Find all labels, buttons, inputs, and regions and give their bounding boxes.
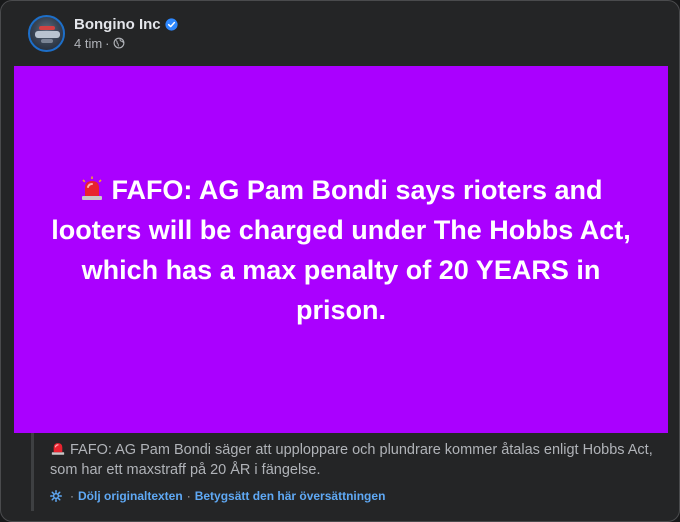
translate-gear-icon (50, 490, 62, 502)
translation-block: FAFO: AG Pam Bondi säger att upploppare … (31, 433, 661, 511)
author-avatar[interactable] (28, 14, 65, 52)
post-timestamp[interactable]: 4 tim (74, 36, 102, 51)
meta-separator: · (105, 35, 110, 51)
post-time-row: 4 tim · (74, 36, 178, 51)
post-card: Bongino Inc 4 tim · FAFO: AG Pam Bondi s… (0, 0, 680, 522)
image-headline-text: FAFO: AG Pam Bondi says rioters and loot… (51, 174, 631, 325)
author-row: Bongino Inc (74, 16, 178, 33)
link-separator: · (70, 489, 74, 503)
translated-text: FAFO: AG Pam Bondi säger att upploppare … (50, 440, 661, 480)
translation-actions: · Dölj originaltexten · Betygsätt den hä… (50, 489, 661, 503)
siren-icon (51, 443, 65, 455)
globe-icon[interactable] (113, 37, 125, 49)
post-meta: Bongino Inc 4 tim · (74, 16, 178, 51)
avatar-detail (39, 25, 55, 30)
verified-badge-icon (165, 17, 178, 31)
rate-translation-link[interactable]: Betygsätt den här översättningen (195, 489, 386, 503)
avatar-detail (41, 38, 53, 43)
hide-original-link[interactable]: Dölj originaltexten (78, 489, 183, 503)
post-header: Bongino Inc 4 tim · (28, 13, 178, 53)
author-name[interactable]: Bongino Inc (74, 16, 161, 33)
link-separator: · (186, 489, 191, 503)
image-headline: FAFO: AG Pam Bondi says rioters and loot… (44, 170, 638, 330)
post-image[interactable]: FAFO: AG Pam Bondi says rioters and loot… (14, 66, 668, 433)
translated-text-content: FAFO: AG Pam Bondi säger att upploppare … (50, 442, 653, 478)
siren-icon (82, 176, 103, 200)
avatar-detail (35, 30, 60, 38)
